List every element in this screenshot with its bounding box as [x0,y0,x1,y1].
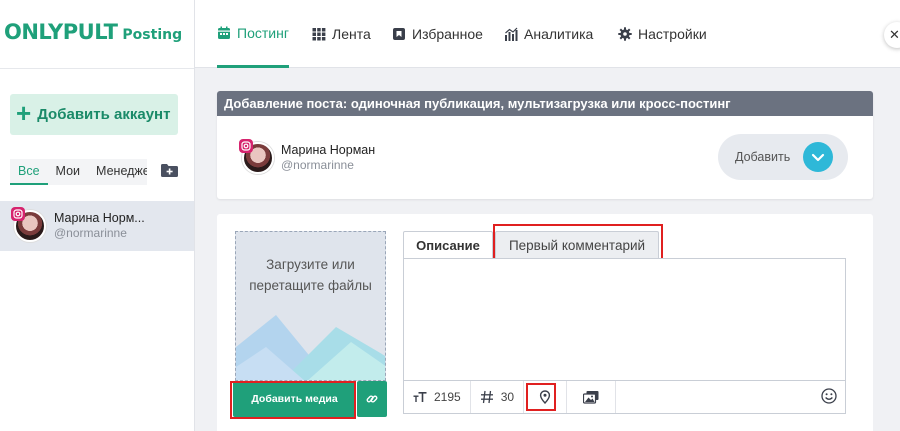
grid-icon [312,28,326,41]
selected-account[interactable]: Марина Норман @normarinne [239,139,376,174]
nav-label: Постинг [237,24,289,41]
emoji-button[interactable] [821,387,845,407]
post-text-input[interactable] [403,258,846,381]
post-editor-panel: Загрузите или перетащите файлы Добавить … [217,214,873,431]
account-handle: @normarinne [281,158,354,172]
account-name: Марина Норман [281,143,376,157]
nav-tab-analytics[interactable]: Аналитика [504,0,593,68]
sidebar-account-item[interactable]: Марина Норм... @normarinne [0,201,194,251]
gallery-button[interactable] [567,381,617,413]
char-count: 2195 [434,390,461,404]
text-size-counter[interactable]: 2195 [404,381,471,413]
location-button[interactable] [524,381,568,413]
chart-icon [505,27,518,41]
nav-label: Аналитика [524,26,594,42]
account-name: Марина Норм... [54,211,145,225]
brand-logo[interactable]: ONLYPULT Posting [4,20,182,44]
gallery-icon [583,391,599,404]
instagram-icon [239,139,253,153]
divider [0,68,194,69]
add-account-label: Добавить аккаунт [37,106,171,123]
avatar [11,207,46,242]
gear-icon [618,27,632,41]
nav-tab-favorites[interactable]: Избранное [392,0,483,68]
plus-icon: + [16,98,32,128]
editor-toolbar: 2195 30 [403,381,846,414]
add-dropdown-label: Добавить [735,150,791,164]
filter-tab-all[interactable]: Все [10,159,48,185]
filter-tab-mine[interactable]: Мои [48,159,89,185]
brand-product: Posting [122,27,183,43]
instagram-icon [11,207,25,221]
media-dropzone[interactable]: Загрузите или перетащите файлы [235,231,386,381]
hashtag-count: 30 [500,390,515,404]
hashtag-counter[interactable]: 30 [471,381,525,413]
tab-first-comment[interactable]: Первый комментарий [495,231,659,258]
nav-tab-feed[interactable]: Лента [312,0,371,68]
calendar-icon [218,26,230,39]
location-pin-icon [539,390,551,404]
add-account-button[interactable]: + Добавить аккаунт [10,94,178,135]
hashtag-icon [480,390,493,404]
post-account-panel: Добавление поста: одиночная публикация, … [217,91,873,199]
link-icon [366,395,378,403]
tab-description[interactable]: Описание [403,231,493,258]
nav-tab-settings[interactable]: Настройки [618,0,707,68]
filter-tab-manager[interactable]: Менедже [88,159,147,185]
avatar [239,139,274,174]
folder-add-icon[interactable] [161,164,178,177]
emoji-icon [821,387,837,404]
mountains-icon [236,315,385,380]
text-size-icon [413,392,427,402]
panel-title: Добавление поста: одиночная публикация, … [217,91,873,116]
close-icon: ✕ [889,27,900,42]
account-handle: @normarinne [54,226,127,240]
brand-name: ONLYPULT [4,20,118,44]
nav-label: Настройки [638,26,707,42]
account-filter-tabs: Все Мои Менедже [10,159,147,185]
add-link-button[interactable] [357,381,387,417]
nav-label: Лента [332,26,371,42]
add-media-button[interactable]: Добавить медиа [233,381,356,417]
nav-label: Избранное [412,26,483,42]
sidebar: ONLYPULT Posting + Добавить аккаунт Все … [0,0,195,431]
chevron-down-icon [803,142,833,172]
add-account-dropdown[interactable]: Добавить [718,134,848,180]
nav-tab-posting[interactable]: Постинг [217,0,289,68]
bookmark-icon [393,28,405,40]
top-nav: Постинг Лента Избранное Аналитика Настро… [195,0,900,68]
